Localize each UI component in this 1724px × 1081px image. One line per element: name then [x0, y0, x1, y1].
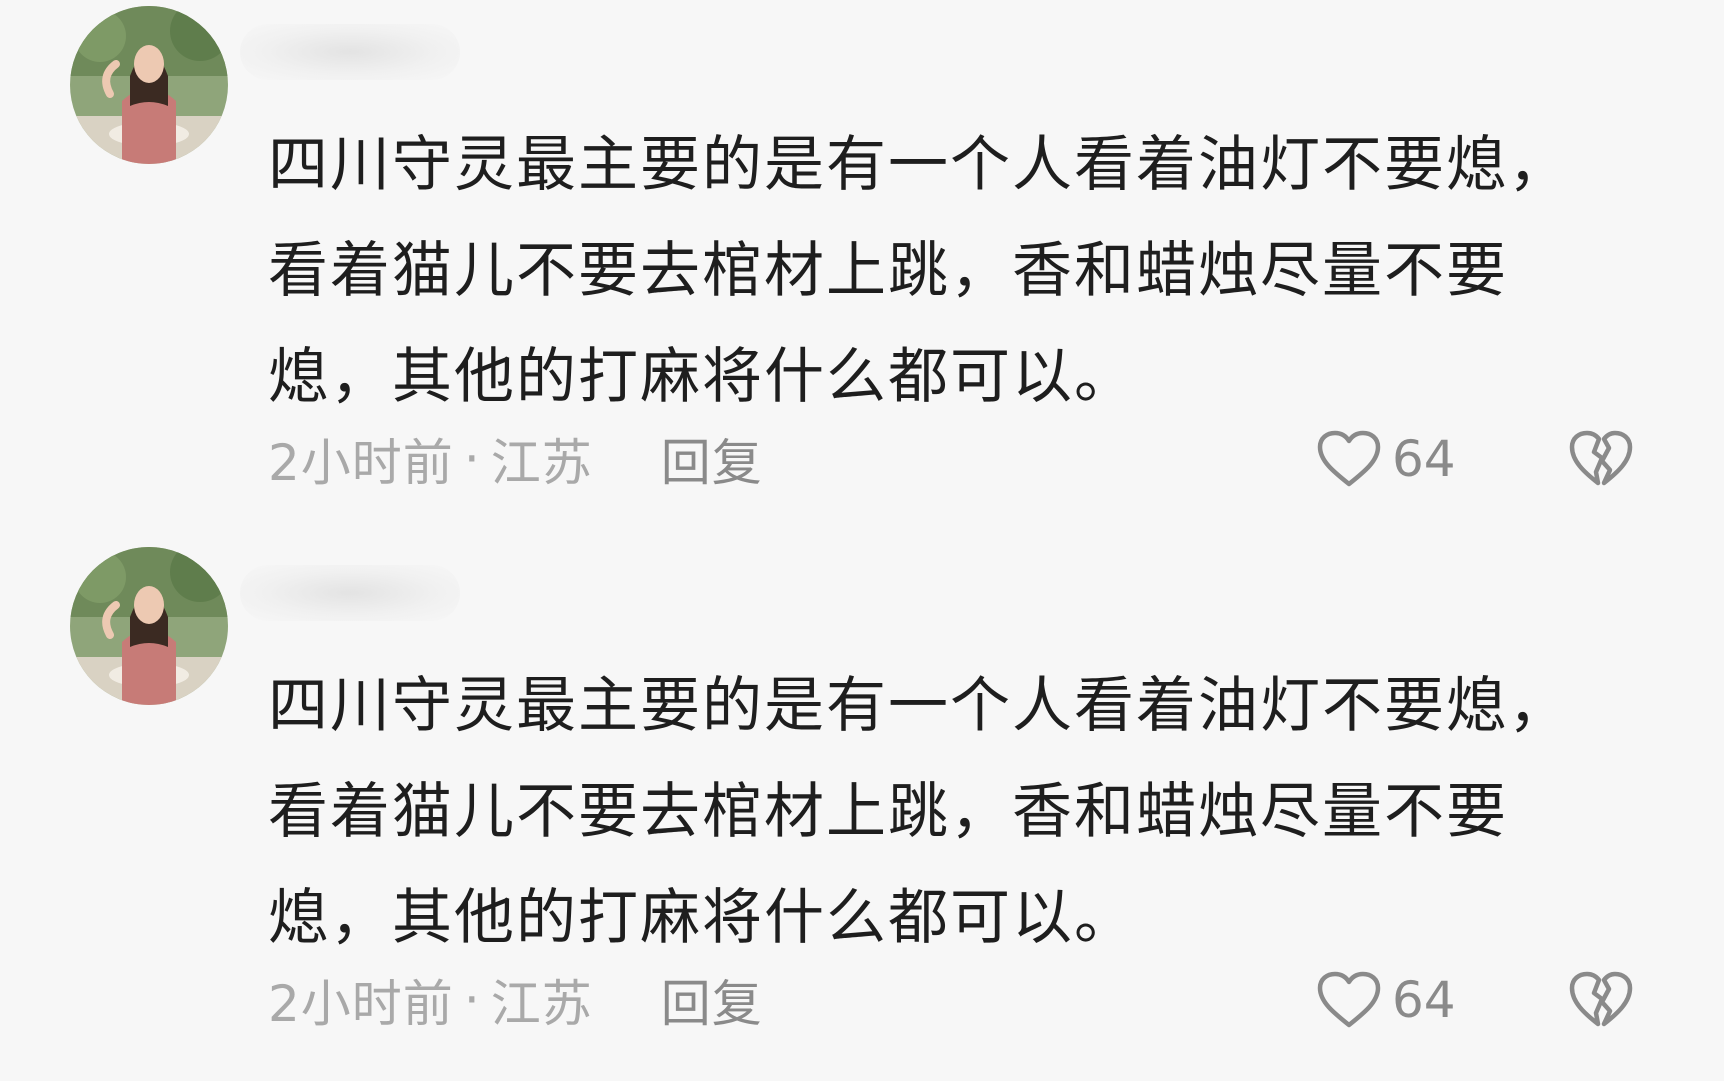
comment-item: 四川守灵最主要的是有一个人看着油灯不要熄，看着猫儿不要去棺材上跳，香和蜡烛尽量不…: [0, 0, 1724, 540]
avatar-image: [70, 547, 228, 705]
heart-outline-icon: [1316, 430, 1382, 488]
comment-time: 2小时前: [268, 975, 454, 1033]
like-count: 64: [1392, 971, 1456, 1029]
like-button[interactable]: 64: [1316, 965, 1456, 1035]
comment-location: 江苏: [490, 975, 593, 1033]
dislike-button[interactable]: [1568, 965, 1634, 1035]
broken-heart-icon: [1568, 971, 1634, 1029]
reply-button[interactable]: 回复: [661, 964, 763, 1036]
reply-button[interactable]: 回复: [661, 423, 763, 495]
like-button[interactable]: 64: [1316, 424, 1456, 494]
like-count: 64: [1392, 430, 1456, 488]
comment-meta: 2小时前 · 江苏 回复: [268, 424, 763, 494]
avatar[interactable]: [70, 547, 228, 705]
avatar[interactable]: [70, 6, 228, 164]
username-blurred: [240, 565, 460, 621]
heart-outline-icon: [1316, 971, 1382, 1029]
comment-item: 四川守灵最主要的是有一个人看着油灯不要熄，看着猫儿不要去棺材上跳，香和蜡烛尽量不…: [0, 541, 1724, 1081]
broken-heart-icon: [1568, 430, 1634, 488]
dislike-button[interactable]: [1568, 424, 1634, 494]
comment-location: 江苏: [490, 434, 593, 492]
meta-separator: ·: [463, 430, 481, 488]
meta-separator: ·: [463, 971, 481, 1029]
avatar-image: [70, 6, 228, 164]
comment-text: 四川守灵最主要的是有一个人看着油灯不要熄，看着猫儿不要去棺材上跳，香和蜡烛尽量不…: [268, 671, 1570, 953]
username-blurred: [240, 24, 460, 80]
comment-meta: 2小时前 · 江苏 回复: [268, 965, 763, 1035]
comment-text: 四川守灵最主要的是有一个人看着油灯不要熄，看着猫儿不要去棺材上跳，香和蜡烛尽量不…: [268, 130, 1570, 412]
comment-time: 2小时前: [268, 434, 454, 492]
